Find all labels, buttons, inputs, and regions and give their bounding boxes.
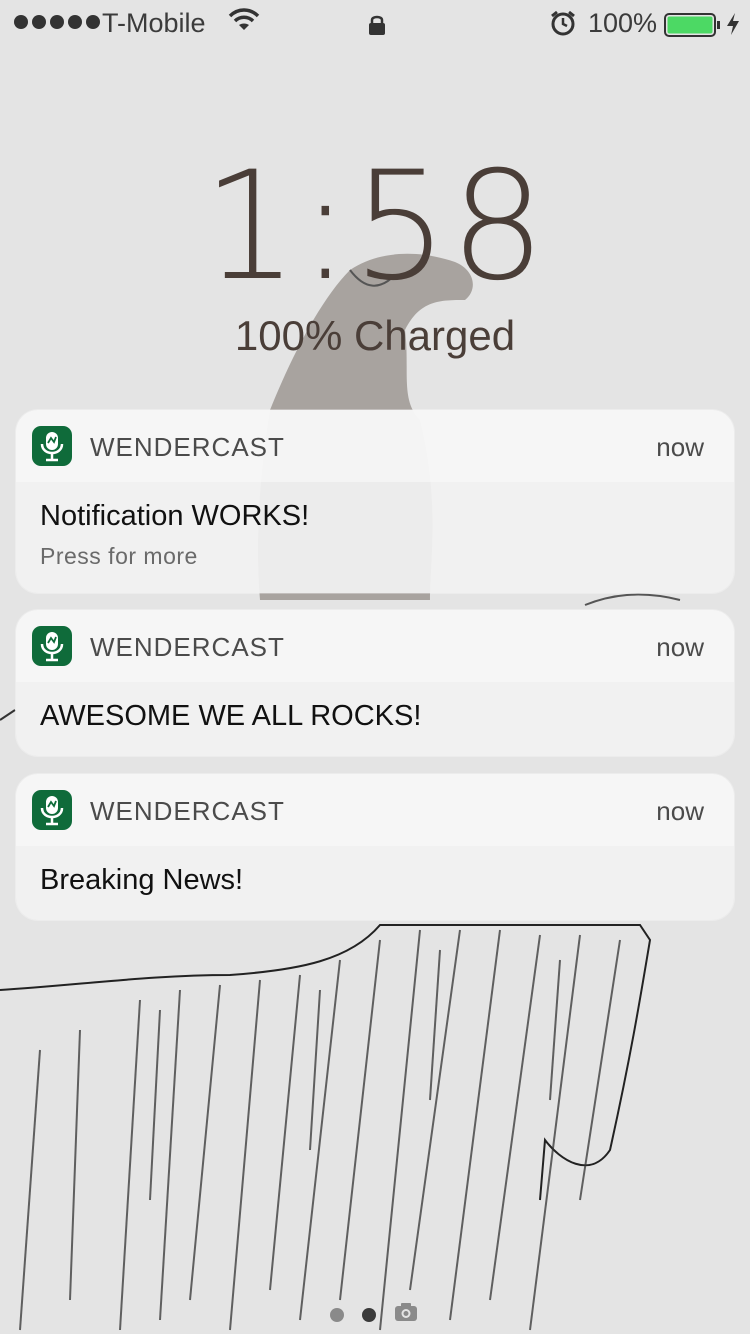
notification-body: Breaking News! [16,846,734,917]
notification-time: now [656,796,704,826]
microphone-app-icon [32,790,72,830]
battery-fill [667,16,713,34]
lock-screen-time: 1:58 [202,140,548,314]
notification-header: WENDERCAST now [16,610,734,682]
wifi-icon [228,8,260,39]
page-indicator[interactable] [330,1302,418,1327]
notification-app-name: WENDERCAST [90,432,285,462]
notification-title: AWESOME WE ALL ROCKS! [40,700,422,732]
page-dot[interactable] [330,1307,344,1322]
carrier-name: T-Mobile [102,8,206,38]
notification-app-name: WENDERCAST [90,632,285,662]
lock-icon [368,12,386,43]
notification-time: now [656,432,704,462]
charging-bolt-icon [726,12,740,43]
notification-subtitle: Press for more [40,543,198,569]
notification-time: now [656,632,704,662]
microphone-app-icon [32,626,72,666]
notification-header: WENDERCAST now [16,774,734,846]
notification-header: WENDERCAST now [16,410,734,482]
notification-title: Notification WORKS! [40,500,310,532]
notification-card[interactable]: WENDERCAST now Notification WORKS! Press… [16,410,734,593]
camera-icon[interactable] [394,1302,418,1327]
notification-card[interactable]: WENDERCAST now Breaking News! [16,774,734,920]
battery-icon [664,13,720,44]
notification-body: Notification WORKS! Press for more [16,482,734,590]
notification-title: Breaking News! [40,864,244,896]
notification-app-name: WENDERCAST [90,796,285,826]
page-dot-current[interactable] [362,1307,376,1322]
alarm-icon [550,10,576,43]
battery-percentage: 100% [588,8,658,38]
signal-strength-icon [14,15,100,29]
notification-card[interactable]: WENDERCAST now AWESOME WE ALL ROCKS! [16,610,734,756]
notification-body: AWESOME WE ALL ROCKS! [16,682,734,753]
charge-status: 100% Charged [234,312,516,359]
status-bar: T-Mobile 100% [0,0,750,48]
microphone-app-icon [32,426,72,466]
